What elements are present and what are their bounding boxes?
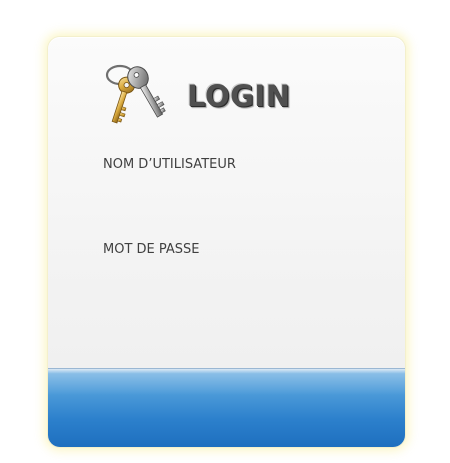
password-input[interactable] xyxy=(103,264,361,290)
login-title: LOGIN xyxy=(187,79,291,113)
username-input[interactable] xyxy=(103,179,361,205)
footer-gloss xyxy=(48,369,405,395)
password-label: MOT DE PASSE xyxy=(103,242,200,257)
login-header: LOGIN xyxy=(100,61,290,131)
keys-icon xyxy=(105,64,166,124)
login-card: LOGIN NOM D’UTILISATEUR MOT DE PASSE xyxy=(48,37,405,447)
login-footer-bar xyxy=(48,368,405,447)
username-label: NOM D’UTILISATEUR xyxy=(103,157,236,172)
